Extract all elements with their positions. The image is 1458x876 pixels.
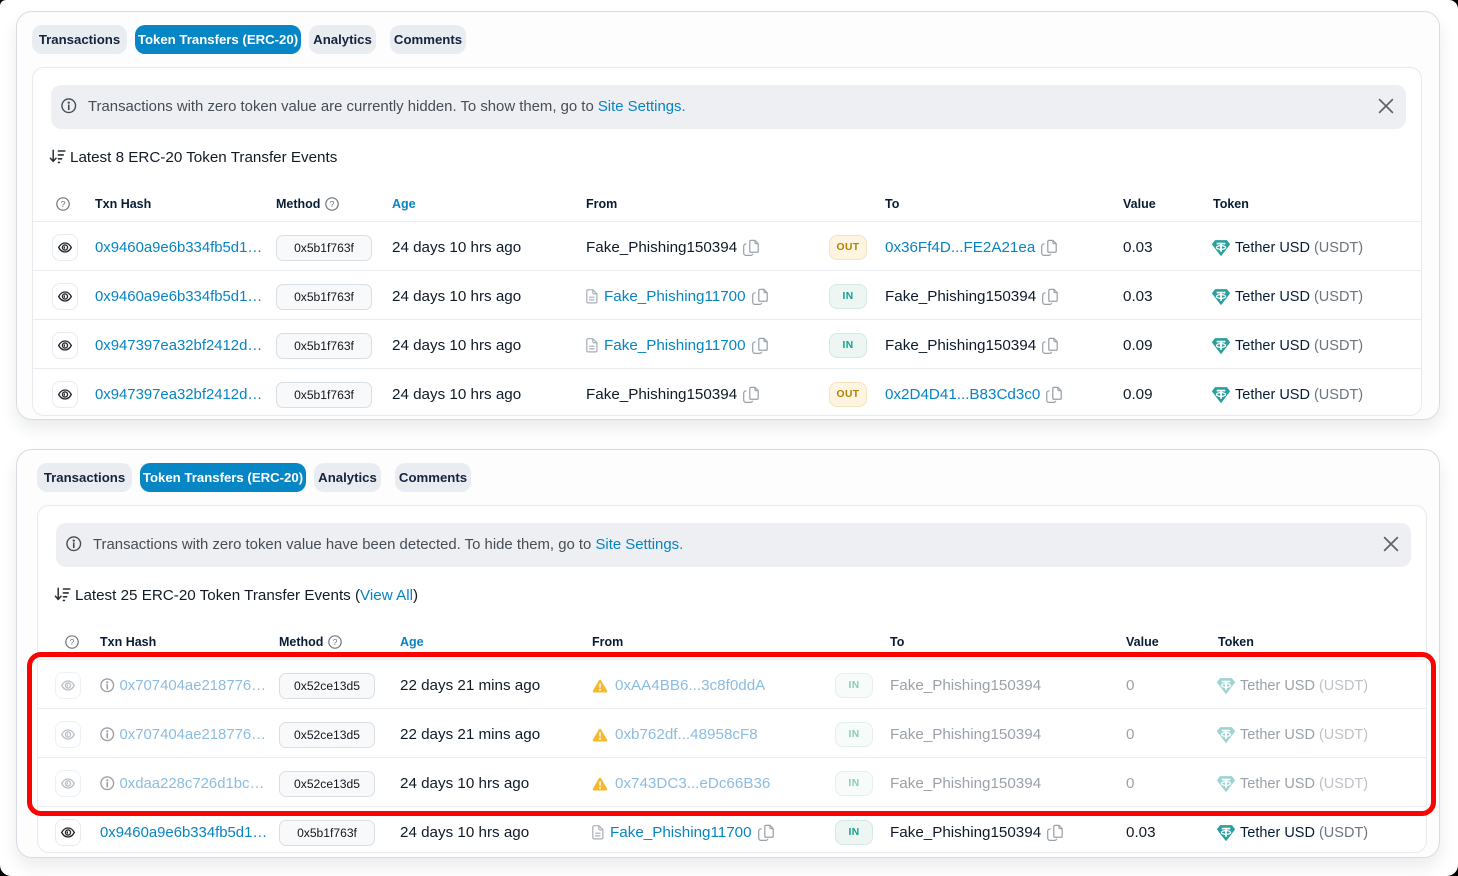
svg-text:?: ? bbox=[61, 199, 66, 209]
svg-text:?: ? bbox=[330, 199, 335, 209]
svg-text:?: ? bbox=[333, 637, 338, 647]
svg-text:?: ? bbox=[70, 637, 75, 647]
